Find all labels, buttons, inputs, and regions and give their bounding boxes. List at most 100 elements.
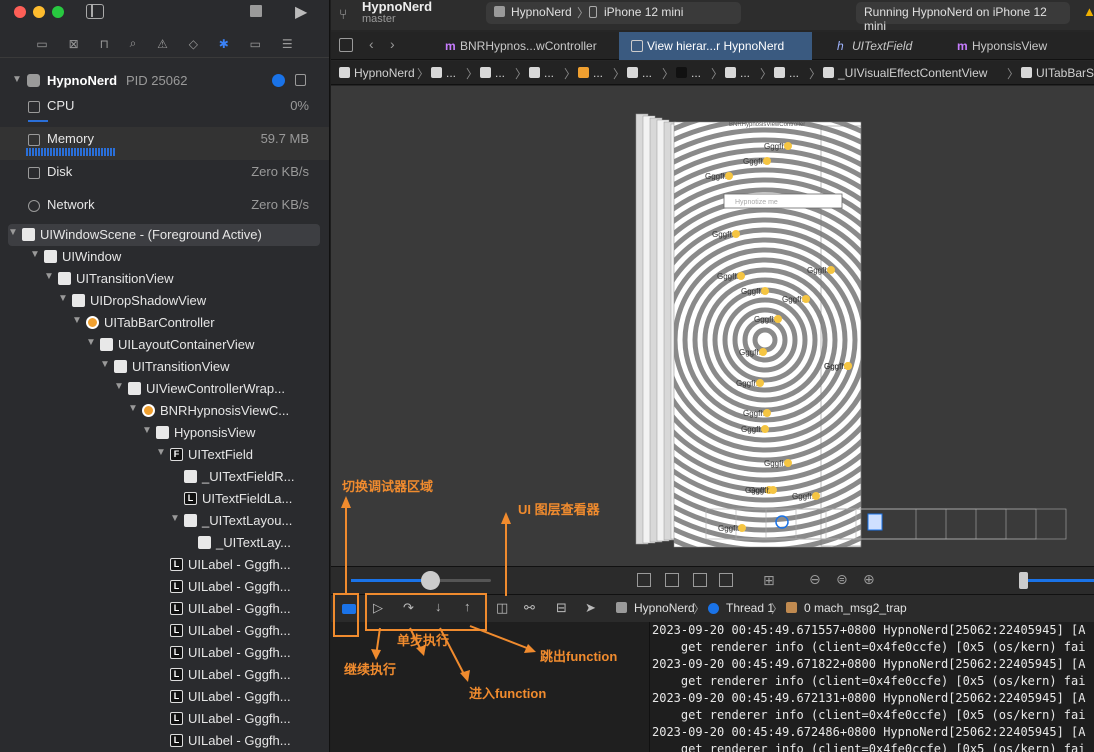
- test-navigator-icon[interactable]: ◇: [189, 37, 198, 51]
- source-control-icon[interactable]: ⊠: [69, 37, 79, 51]
- disclosure-triangle-icon[interactable]: ▼: [142, 425, 152, 436]
- debug-view-hierarchy-button[interactable]: ◫: [496, 600, 508, 616]
- hierarchy-row[interactable]: L UILabel - Gggfh...: [0, 642, 329, 664]
- step-into-button[interactable]: ↓: [435, 599, 442, 614]
- tab-bnrhypnosis[interactable]: m BNRHypnos...wController: [423, 32, 616, 60]
- zoom-window-button[interactable]: [52, 6, 64, 18]
- symbol-navigator-icon[interactable]: ⊓: [99, 37, 108, 51]
- run-button[interactable]: ▶: [295, 2, 307, 22]
- hierarchy-row[interactable]: L UILabel - Gggfh...: [0, 664, 329, 686]
- gauge-disk[interactable]: Disk Zero KB/s: [0, 160, 329, 193]
- process-row[interactable]: ▼ HypnoNerd PID 25062: [0, 70, 329, 92]
- clip-content-icon[interactable]: [637, 573, 651, 587]
- jumpbar-item[interactable]: ...: [642, 66, 652, 80]
- hierarchy-row[interactable]: ▼ UILayoutContainerView: [0, 334, 329, 356]
- jumpbar-item[interactable]: _UIVisualEffectContentView: [838, 66, 987, 80]
- disclosure-triangle-icon[interactable]: ▼: [72, 315, 82, 326]
- disclosure-triangle-icon[interactable]: ▼: [30, 249, 40, 260]
- grid-icon[interactable]: [339, 38, 353, 52]
- tab-hyponsisview[interactable]: m HyponsisView: [937, 32, 1094, 60]
- hierarchy-row[interactable]: L UILabel - Gggfh...: [0, 686, 329, 708]
- forward-button[interactable]: ›: [390, 36, 395, 52]
- debug-frame[interactable]: 0 mach_msg2_trap: [804, 601, 907, 615]
- hierarchy-row[interactable]: L UILabel - Gggfh...: [0, 554, 329, 576]
- issue-navigator-icon[interactable]: ⚠: [157, 37, 168, 51]
- hierarchy-row[interactable]: ▼ UIWindowScene - (Foreground Active): [8, 224, 320, 246]
- jumpbar-item[interactable]: UITabBarSwappa: [1036, 66, 1094, 80]
- hierarchy-row[interactable]: L UILabel - Gggfh...: [0, 620, 329, 642]
- find-navigator-icon[interactable]: ⌕: [130, 36, 137, 51]
- back-button[interactable]: ‹: [369, 36, 374, 52]
- hierarchy-row[interactable]: _UITextFieldR...: [0, 466, 329, 488]
- orient-icon[interactable]: ⊞: [763, 572, 775, 589]
- close-window-button[interactable]: [14, 6, 26, 18]
- hierarchy-row[interactable]: ▼ HyponsisView: [0, 422, 329, 444]
- range-thumb[interactable]: [1019, 572, 1028, 589]
- zoom-reset-icon[interactable]: ⊜: [836, 571, 848, 588]
- spacing-slider[interactable]: [351, 571, 491, 590]
- memory-graph-button[interactable]: ⚯: [524, 600, 535, 616]
- hierarchy-row[interactable]: L UITextFieldLa...: [0, 488, 329, 510]
- hierarchy-row[interactable]: L UILabel - Gggfh...: [0, 598, 329, 620]
- change-canvas-icon[interactable]: [719, 573, 733, 587]
- jumpbar-item[interactable]: ...: [740, 66, 750, 80]
- project-navigator-icon[interactable]: ▭: [36, 37, 47, 51]
- tab-view-hierarchy[interactable]: View hierar...r HypnoNerd: [619, 32, 812, 60]
- hierarchy-row[interactable]: L UILabel - Gggfh...: [0, 708, 329, 730]
- tab-uitextfield[interactable]: h UITextField: [815, 32, 935, 60]
- disclosure-triangle-icon[interactable]: ▼: [170, 513, 180, 524]
- disclosure-triangle-icon[interactable]: ▼: [58, 293, 68, 304]
- disclosure-triangle-icon[interactable]: ▼: [128, 403, 138, 414]
- warning-icon[interactable]: ▲: [1083, 4, 1094, 19]
- gauge-cpu[interactable]: CPU 0%: [0, 94, 329, 127]
- zoom-out-icon[interactable]: ⊖: [809, 571, 821, 588]
- disclosure-triangle-icon[interactable]: ▼: [8, 227, 18, 238]
- disclosure-triangle-icon[interactable]: ▼: [12, 74, 22, 85]
- step-over-button[interactable]: ↷: [403, 600, 414, 616]
- hierarchy-row[interactable]: ▼ _UITextLayou...: [0, 510, 329, 532]
- stop-button[interactable]: [250, 5, 262, 17]
- report-navigator-icon[interactable]: ☰: [282, 37, 293, 51]
- show-constraints-icon[interactable]: [665, 573, 679, 587]
- jumpbar-item[interactable]: ...: [544, 66, 554, 80]
- environment-overrides-button[interactable]: ⊟: [556, 600, 567, 616]
- gauge-info-icon[interactable]: [272, 74, 285, 87]
- hierarchy-row[interactable]: L UILabel - Gggfh...: [0, 576, 329, 598]
- jumpbar-item[interactable]: ...: [446, 66, 456, 80]
- hierarchy-row[interactable]: L UILabel - Gggfh...: [0, 730, 329, 752]
- jumpbar-item[interactable]: HypnoNerd: [354, 66, 415, 80]
- disclosure-triangle-icon[interactable]: ▼: [44, 271, 54, 282]
- simulate-location-button[interactable]: ➤: [585, 600, 596, 616]
- hierarchy-row[interactable]: ▼ F UITextField: [0, 444, 329, 466]
- hierarchy-row[interactable]: ▼ UITabBarController: [0, 312, 329, 334]
- adjust-view-mode-icon[interactable]: [693, 573, 707, 587]
- sidebar-toggle-icon[interactable]: [86, 4, 104, 19]
- memory-graph-icon[interactable]: [295, 74, 306, 86]
- jumpbar-item[interactable]: ...: [789, 66, 799, 80]
- hierarchy-row[interactable]: ▼ UITransitionView: [0, 268, 329, 290]
- breakpoint-navigator-icon[interactable]: ▭: [250, 37, 261, 51]
- hierarchy-row[interactable]: ▼ BNRHypnosisViewC...: [0, 400, 329, 422]
- hierarchy-row[interactable]: ▼ UIViewControllerWrap...: [0, 378, 329, 400]
- hierarchy-row[interactable]: ▼ UITransitionView: [0, 356, 329, 378]
- slider-thumb[interactable]: [421, 571, 440, 590]
- disclosure-triangle-icon[interactable]: ▼: [156, 447, 166, 458]
- disclosure-triangle-icon[interactable]: ▼: [114, 381, 124, 392]
- gauge-memory[interactable]: Memory 59.7 MB: [0, 127, 329, 160]
- view-debugger-canvas[interactable]: BNRHypnosisViewController Hypnotize me Ggg…: [331, 86, 1094, 566]
- zoom-in-icon[interactable]: ⊕: [863, 571, 875, 588]
- jumpbar-item[interactable]: ...: [495, 66, 505, 80]
- hierarchy-row[interactable]: ▼ UIWindow: [0, 246, 329, 268]
- disclosure-triangle-icon[interactable]: ▼: [100, 359, 110, 370]
- minimize-window-button[interactable]: [33, 6, 45, 18]
- hierarchy-row[interactable]: _UITextLay...: [0, 532, 329, 554]
- hierarchy-row[interactable]: ▼ UIDropShadowView: [0, 290, 329, 312]
- debug-process[interactable]: HypnoNerd: [634, 601, 695, 615]
- view-hierarchy-3d[interactable]: BNRHypnosisViewController Hypnotize me Ggg…: [331, 86, 1094, 566]
- range-slider[interactable]: [1019, 572, 1094, 589]
- jumpbar-item[interactable]: ...: [593, 66, 603, 80]
- console-output[interactable]: 2023-09-20 00:45:49.671557+0800 HypnoNer…: [649, 622, 1094, 752]
- debug-navigator-icon[interactable]: ✱: [219, 37, 229, 51]
- step-out-button[interactable]: ↑: [464, 599, 471, 614]
- toggle-debug-area-button[interactable]: [342, 604, 356, 614]
